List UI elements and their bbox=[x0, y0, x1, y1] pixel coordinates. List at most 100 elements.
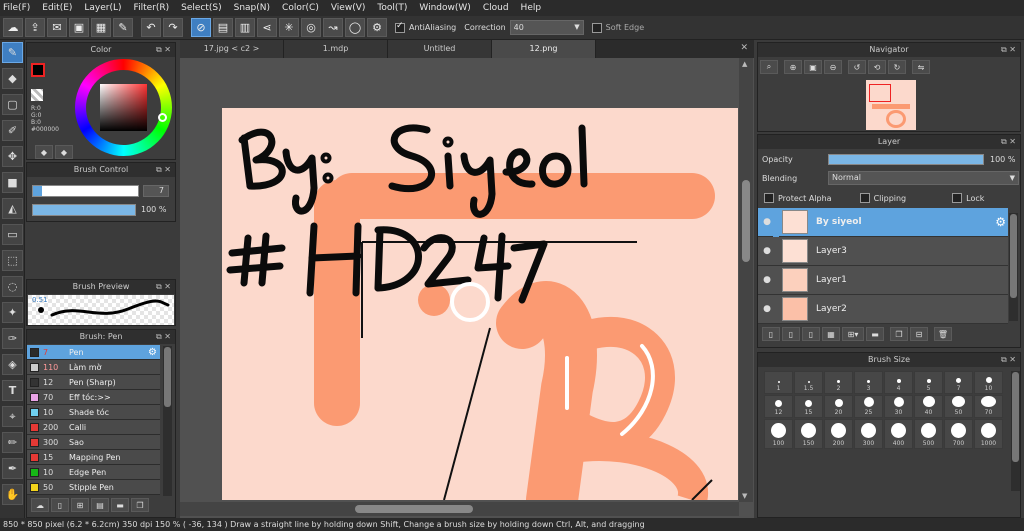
canvas-vertical-scrollbar[interactable]: ▲ ▼ bbox=[739, 58, 753, 502]
lock-checkbox[interactable] bbox=[952, 193, 963, 203]
brush-add-icon[interactable]: ⊞ bbox=[71, 498, 89, 512]
transparent-swatch[interactable] bbox=[31, 89, 43, 101]
brush-size-option[interactable]: 1 bbox=[764, 371, 793, 394]
snap-off-icon[interactable]: ⊘ bbox=[191, 18, 211, 37]
chevron-down-icon[interactable]: ▼ bbox=[742, 492, 747, 500]
brush-copy-icon[interactable]: ▤ bbox=[91, 498, 109, 512]
tab-1mdp[interactable]: 1.mdp bbox=[284, 40, 388, 58]
brush-list-item[interactable]: 10 Shade tóc bbox=[27, 405, 160, 420]
comment-icon[interactable]: ✉ bbox=[47, 18, 67, 37]
new-layer-icon[interactable]: ▯ bbox=[762, 327, 780, 341]
menu-tool[interactable]: Tool(T) bbox=[377, 3, 407, 13]
snap-radial-icon[interactable]: ✳ bbox=[279, 18, 299, 37]
eraser-tool-icon[interactable]: ◆ bbox=[2, 68, 23, 89]
brush-size-scrollbar[interactable] bbox=[1011, 371, 1020, 491]
select-pen-icon[interactable]: ✑ bbox=[2, 328, 23, 349]
brush-size-option[interactable]: 4 bbox=[884, 371, 913, 394]
rotate-left-icon[interactable]: ↺ bbox=[848, 60, 866, 74]
panel-expand-icon[interactable]: ⧉ ✕ bbox=[156, 330, 171, 344]
delete-layer-icon[interactable]: 🗑 bbox=[934, 327, 952, 341]
color-palette-icon[interactable]: ◆ bbox=[55, 145, 73, 159]
rotate-reset-icon[interactable]: ⟲ bbox=[868, 60, 886, 74]
panel-expand-icon[interactable]: ⧉ ✕ bbox=[156, 163, 171, 177]
close-tabs-icon[interactable]: ✕ bbox=[740, 43, 748, 53]
menu-view[interactable]: View(V) bbox=[331, 3, 366, 13]
hue-marker[interactable] bbox=[158, 113, 167, 122]
snap-circle-icon[interactable]: ◎ bbox=[301, 18, 321, 37]
brush-icon[interactable]: ✎ bbox=[113, 18, 133, 37]
operation-tool-icon[interactable]: ⌖ bbox=[2, 406, 23, 427]
brush-size-option[interactable]: 25 bbox=[854, 395, 883, 418]
flip-icon[interactable]: ⇋ bbox=[912, 60, 930, 74]
brush-list-item[interactable]: 300 Sao bbox=[27, 435, 160, 450]
drawing-canvas[interactable] bbox=[222, 108, 738, 500]
foreground-color-swatch[interactable] bbox=[31, 63, 45, 77]
brush-size-option[interactable]: 700 bbox=[944, 419, 973, 449]
brush-size-option[interactable]: 15 bbox=[794, 395, 823, 418]
brush-size-option[interactable]: 150 bbox=[794, 419, 823, 449]
brush-size-option[interactable]: 300 bbox=[854, 419, 883, 449]
select-eraser-icon[interactable]: ◈ bbox=[2, 354, 23, 375]
brush-size-option[interactable]: 400 bbox=[884, 419, 913, 449]
brush-list-item[interactable]: 10 Edge Pen bbox=[27, 465, 160, 480]
panel-expand-icon[interactable]: ⧉ ✕ bbox=[156, 280, 171, 294]
snap-vanishing-icon[interactable]: ⋖ bbox=[257, 18, 277, 37]
gradient-tool-icon[interactable]: ▭ bbox=[2, 224, 23, 245]
brush-size-option[interactable]: 40 bbox=[914, 395, 943, 418]
magic-wand-icon[interactable]: ✦ bbox=[2, 302, 23, 323]
brush-size-option[interactable]: 10 bbox=[974, 371, 1003, 394]
canvas-horizontal-scrollbar[interactable] bbox=[180, 502, 739, 516]
move-tool-icon[interactable]: ✥ bbox=[2, 146, 23, 167]
bucket-tool-icon[interactable]: ◭ bbox=[2, 198, 23, 219]
menu-snap[interactable]: Snap(N) bbox=[234, 3, 270, 13]
brush-size-slider[interactable] bbox=[32, 185, 139, 197]
brush-duplicate-icon[interactable]: ❐ bbox=[131, 498, 149, 512]
menu-select[interactable]: Select(S) bbox=[181, 3, 222, 13]
image-icon[interactable]: ▣ bbox=[69, 18, 89, 37]
chevron-up-icon[interactable]: ▲ bbox=[742, 60, 747, 68]
menu-color[interactable]: Color(C) bbox=[282, 3, 319, 13]
brush-size-option[interactable]: 70 bbox=[974, 395, 1003, 418]
brush-size-option[interactable]: 3 bbox=[854, 371, 883, 394]
zoom-in-icon[interactable]: ⊕ bbox=[784, 60, 802, 74]
tab-untitled[interactable]: Untitled bbox=[388, 40, 492, 58]
menu-layer[interactable]: Layer(L) bbox=[84, 3, 121, 13]
tab-12png[interactable]: 12.png bbox=[492, 40, 596, 58]
brush-size-option[interactable]: 12 bbox=[764, 395, 793, 418]
menu-edit[interactable]: Edit(E) bbox=[42, 3, 72, 13]
panel-expand-icon[interactable]: ⧉ ✕ bbox=[1001, 353, 1016, 367]
panel-expand-icon[interactable]: ⧉ ✕ bbox=[156, 43, 171, 57]
redo-icon[interactable]: ↷ bbox=[163, 18, 183, 37]
protect-alpha-checkbox[interactable] bbox=[764, 193, 774, 203]
duplicate-layer-icon[interactable]: ❐ bbox=[890, 327, 908, 341]
brush-size-option[interactable]: 200 bbox=[824, 419, 853, 449]
menu-cloud[interactable]: Cloud bbox=[483, 3, 509, 13]
layer-row[interactable]: ● By siyeol ⚙ bbox=[758, 207, 1008, 237]
brush-list-item[interactable]: 110 Làm mờ bbox=[27, 360, 160, 375]
brush-new-icon[interactable]: ▯ bbox=[51, 498, 69, 512]
gear-icon[interactable]: ⚙ bbox=[995, 215, 1006, 229]
brush-size-option[interactable]: 50 bbox=[944, 395, 973, 418]
brush-folder-icon[interactable]: ▬ bbox=[111, 498, 129, 512]
saturation-square[interactable] bbox=[100, 84, 147, 131]
antialias-checkbox[interactable] bbox=[395, 21, 405, 33]
new-layer-1bit-icon[interactable]: ▯ bbox=[802, 327, 820, 341]
brush-size-option[interactable]: 20 bbox=[824, 395, 853, 418]
zoom-fit-icon[interactable]: ⌕ bbox=[760, 60, 778, 74]
snap-settings-icon[interactable]: ⚙ bbox=[367, 18, 387, 37]
add-layer-menu-icon[interactable]: ⊞▾ bbox=[842, 327, 864, 341]
menu-filter[interactable]: Filter(R) bbox=[134, 3, 170, 13]
snap-ellipse-icon[interactable]: ◯ bbox=[345, 18, 365, 37]
visibility-icon[interactable]: ● bbox=[761, 245, 773, 257]
brush-size-option[interactable]: 100 bbox=[764, 419, 793, 449]
clipping-checkbox[interactable] bbox=[859, 193, 870, 203]
zoom-out-icon[interactable]: ⊖ bbox=[824, 60, 842, 74]
rotate-right-icon[interactable]: ↻ bbox=[888, 60, 906, 74]
grid-icon[interactable]: ▦ bbox=[91, 18, 111, 37]
brush-size-option[interactable]: 7 bbox=[944, 371, 973, 394]
brush-select-icon[interactable]: ✐ bbox=[2, 120, 23, 141]
lasso-tool-icon[interactable]: ◌ bbox=[2, 276, 23, 297]
brush-size-option[interactable]: 5 bbox=[914, 371, 943, 394]
panel-expand-icon[interactable]: ⧉ ✕ bbox=[1001, 43, 1016, 57]
brush-opacity-slider[interactable] bbox=[32, 204, 136, 216]
